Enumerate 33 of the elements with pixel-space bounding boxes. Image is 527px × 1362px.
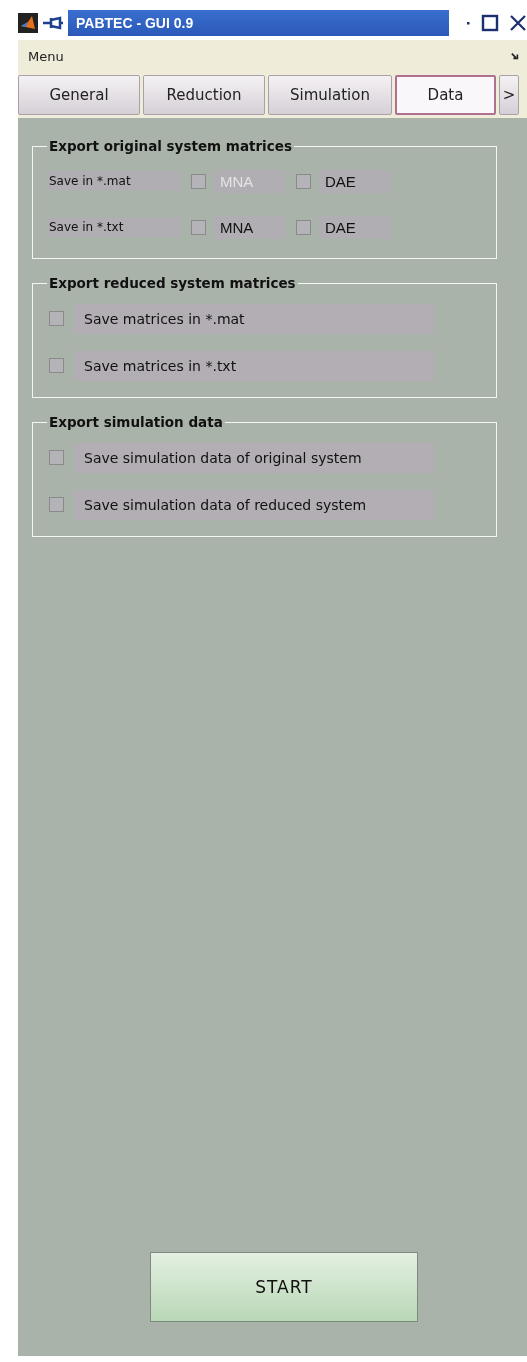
group-title: Export simulation data — [48, 414, 224, 430]
checkbox[interactable] — [296, 173, 311, 189]
window-title: PABTEC - GUI 0.9 — [68, 10, 449, 36]
checkbox[interactable] — [49, 311, 64, 326]
checkbox-label[interactable]: Save simulation data of original system — [74, 442, 434, 473]
minimize-icon[interactable] — [465, 20, 471, 26]
checkbox-label[interactable]: MNA — [214, 215, 286, 239]
row-label: Save in *.txt — [47, 217, 181, 237]
checkbox-label[interactable]: Save simulation data of reduced system — [74, 489, 434, 520]
tab-scroll-button[interactable]: > — [499, 75, 519, 115]
start-button[interactable]: START — [150, 1252, 418, 1322]
checkbox[interactable] — [49, 497, 64, 512]
tab[interactable]: Simulation — [268, 75, 392, 115]
checkbox-label[interactable]: DAE — [319, 169, 391, 193]
tab[interactable]: Data — [395, 75, 496, 115]
maximize-icon[interactable] — [481, 14, 499, 32]
group-title: Export original system matrices — [48, 138, 293, 154]
tab[interactable]: Reduction — [143, 75, 265, 115]
row-label: Save in *.mat — [47, 171, 181, 191]
pin-icon[interactable] — [42, 16, 64, 30]
checkbox-label[interactable]: Save matrices in *.mat — [74, 303, 434, 334]
group-title: Export reduced system matrices — [48, 275, 297, 291]
dock-arrow-icon[interactable] — [511, 52, 519, 60]
checkbox[interactable] — [49, 450, 64, 465]
checkbox[interactable] — [296, 219, 311, 235]
tab[interactable]: General — [18, 75, 140, 115]
close-icon[interactable] — [509, 14, 527, 32]
app-logo-icon — [18, 13, 38, 33]
checkbox-label[interactable]: DAE — [319, 215, 391, 239]
checkbox[interactable] — [49, 358, 64, 373]
menu-item[interactable]: Menu — [28, 48, 64, 64]
checkbox-label[interactable]: Save matrices in *.txt — [74, 350, 434, 381]
checkbox[interactable] — [191, 219, 206, 235]
